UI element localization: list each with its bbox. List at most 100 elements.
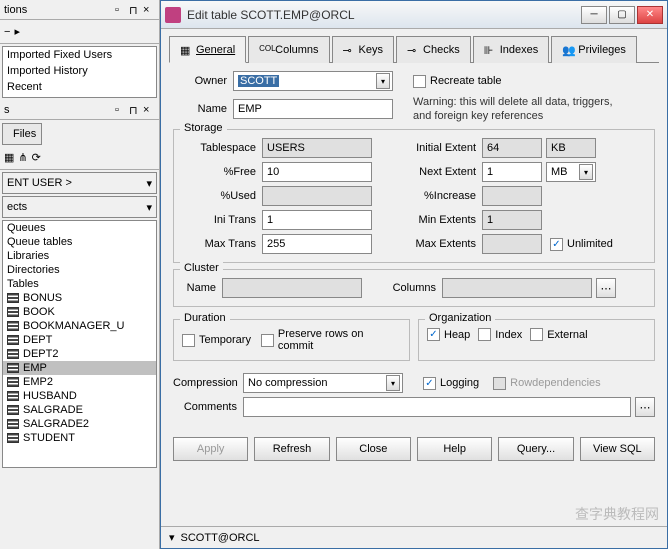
tree-group[interactable]: Queues — [3, 221, 156, 235]
nextext-unit[interactable]: MB▾ — [546, 162, 596, 182]
filter-icon[interactable]: ⋔ — [18, 151, 27, 164]
close-icon[interactable]: × — [143, 104, 155, 116]
chevron-down-icon: ▾ — [386, 375, 400, 391]
logging-checkbox[interactable]: ✓Logging — [423, 377, 479, 390]
tree-group[interactable]: Tables — [3, 277, 156, 291]
window-icon[interactable]: ▫ — [115, 4, 127, 16]
table-item[interactable]: EMP2 — [3, 375, 156, 389]
table-item-selected[interactable]: EMP — [3, 361, 156, 375]
close-dialog-button[interactable]: Close — [336, 437, 411, 461]
rowdep-checkbox: Rowdependencies — [493, 377, 601, 390]
tab-indexes[interactable]: ⊪Indexes — [473, 36, 550, 63]
cluster-fieldset: Cluster Name Columns ⋯ — [173, 269, 655, 307]
name-input[interactable] — [233, 99, 393, 119]
list-item[interactable]: Recent — [3, 79, 156, 95]
external-checkbox[interactable]: External — [530, 328, 587, 341]
tab-general[interactable]: ▦General — [169, 36, 246, 63]
cluster-cols-input[interactable] — [442, 278, 592, 298]
list-item[interactable]: Imported Fixed Users — [3, 47, 156, 63]
table-icon — [7, 405, 19, 415]
maxext-input[interactable] — [482, 234, 542, 254]
initext-unit[interactable]: KB — [546, 138, 596, 158]
chevron-right-icon[interactable]: ▸ — [14, 25, 20, 38]
files-tab[interactable]: Files — [2, 123, 42, 145]
tablespace-combo[interactable]: USERS — [262, 138, 372, 158]
pctinc-input[interactable] — [482, 186, 542, 206]
table-icon — [7, 321, 19, 331]
table-item[interactable]: BOOK — [3, 305, 156, 319]
duration-fieldset: Duration Temporary Preserve rows on comm… — [173, 319, 410, 361]
tab-keys[interactable]: ⊸Keys — [332, 36, 394, 63]
apply-button[interactable]: Apply — [173, 437, 248, 461]
minus-icon[interactable]: − — [4, 26, 10, 38]
objects-dropdown[interactable]: ects ▾ — [2, 196, 157, 218]
table-item[interactable]: HUSBAND — [3, 389, 156, 403]
tab-columns[interactable]: COLColumns — [248, 36, 329, 63]
tree-group[interactable]: Directories — [3, 263, 156, 277]
initrans-input[interactable] — [262, 210, 372, 230]
unlimited-checkbox[interactable]: ✓Unlimited — [550, 238, 613, 251]
recent-list[interactable]: Imported Fixed Users Imported History Re… — [2, 46, 157, 98]
minext-input[interactable] — [482, 210, 542, 230]
maxext-label: Max Extents — [372, 238, 482, 250]
chevron-down-icon[interactable]: ▾ — [169, 531, 175, 544]
help-button[interactable]: Help — [417, 437, 492, 461]
table-item[interactable]: SALGRADE2 — [3, 417, 156, 431]
recreate-checkbox[interactable]: Recreate table — [413, 75, 502, 88]
user-dropdown[interactable]: ENT USER > ▾ — [2, 172, 157, 194]
tree-group[interactable]: Libraries — [3, 249, 156, 263]
query-button[interactable]: Query... — [498, 437, 573, 461]
pctfree-input[interactable] — [262, 162, 372, 182]
tree-group[interactable]: Queue tables — [3, 235, 156, 249]
table-item[interactable]: BOOKMANAGER_U — [3, 319, 156, 333]
panel-header-1: tions ▫ ⊓ × — [0, 0, 159, 20]
tab-privileges[interactable]: 👥Privileges — [551, 36, 637, 63]
refresh-icon[interactable]: ⟳ — [32, 151, 41, 164]
table-item[interactable]: SALGRADE — [3, 403, 156, 417]
checks-icon: ⊸ — [407, 44, 419, 56]
table-item[interactable]: BONUS — [3, 291, 156, 305]
compression-combo[interactable]: No compression ▾ — [243, 373, 403, 393]
pin-icon[interactable]: ⊓ — [129, 4, 141, 16]
cluster-cols-browse[interactable]: ⋯ — [596, 278, 616, 298]
window-icon[interactable]: ▫ — [115, 104, 127, 116]
table-icon — [7, 335, 19, 345]
owner-combo[interactable]: SCOTT ▾ — [233, 71, 393, 91]
tablespace-label: Tablespace — [182, 142, 262, 154]
pctused-input[interactable] — [262, 186, 372, 206]
comments-browse[interactable]: ⋯ — [635, 397, 655, 417]
warning-text: Warning: this will delete all data, trig… — [413, 95, 633, 123]
compression-label: Compression — [173, 377, 243, 389]
heap-checkbox[interactable]: ✓Heap — [427, 328, 470, 341]
temporary-checkbox[interactable]: Temporary — [182, 334, 251, 347]
initext-input[interactable] — [482, 138, 542, 158]
cluster-name-label: Name — [182, 282, 222, 294]
general-icon: ▦ — [180, 44, 192, 56]
name-label: Name — [173, 103, 233, 115]
refresh-button[interactable]: Refresh — [254, 437, 329, 461]
toolbar-1: − ▸ — [0, 20, 159, 44]
table-item[interactable]: DEPT — [3, 333, 156, 347]
maximize-button[interactable]: ▢ — [609, 6, 635, 24]
maxtrans-input[interactable] — [262, 234, 372, 254]
table-item[interactable]: DEPT2 — [3, 347, 156, 361]
close-icon[interactable]: × — [143, 4, 155, 16]
view-icon[interactable]: ▦ — [4, 151, 14, 164]
object-tree[interactable]: Queues Queue tables Libraries Directorie… — [2, 220, 157, 468]
cluster-cols-label: Columns — [362, 282, 442, 294]
close-button[interactable]: ✕ — [637, 6, 663, 24]
nextext-input[interactable] — [482, 162, 542, 182]
preserve-checkbox[interactable]: Preserve rows on commit — [261, 328, 401, 352]
pin-icon[interactable]: ⊓ — [129, 104, 141, 116]
table-item[interactable]: STUDENT — [3, 431, 156, 445]
index-checkbox[interactable]: Index — [478, 328, 522, 341]
viewsql-button[interactable]: View SQL — [580, 437, 655, 461]
minimize-button[interactable]: ─ — [581, 6, 607, 24]
watermark: 查字典教程网 — [575, 504, 659, 524]
tab-checks[interactable]: ⊸Checks — [396, 36, 471, 63]
organization-fieldset: Organization ✓Heap Index External — [418, 319, 655, 361]
nextext-label: Next Extent — [372, 166, 482, 178]
list-item[interactable]: Imported History — [3, 63, 156, 79]
cluster-name-combo[interactable] — [222, 278, 362, 298]
comments-input[interactable] — [243, 397, 631, 417]
